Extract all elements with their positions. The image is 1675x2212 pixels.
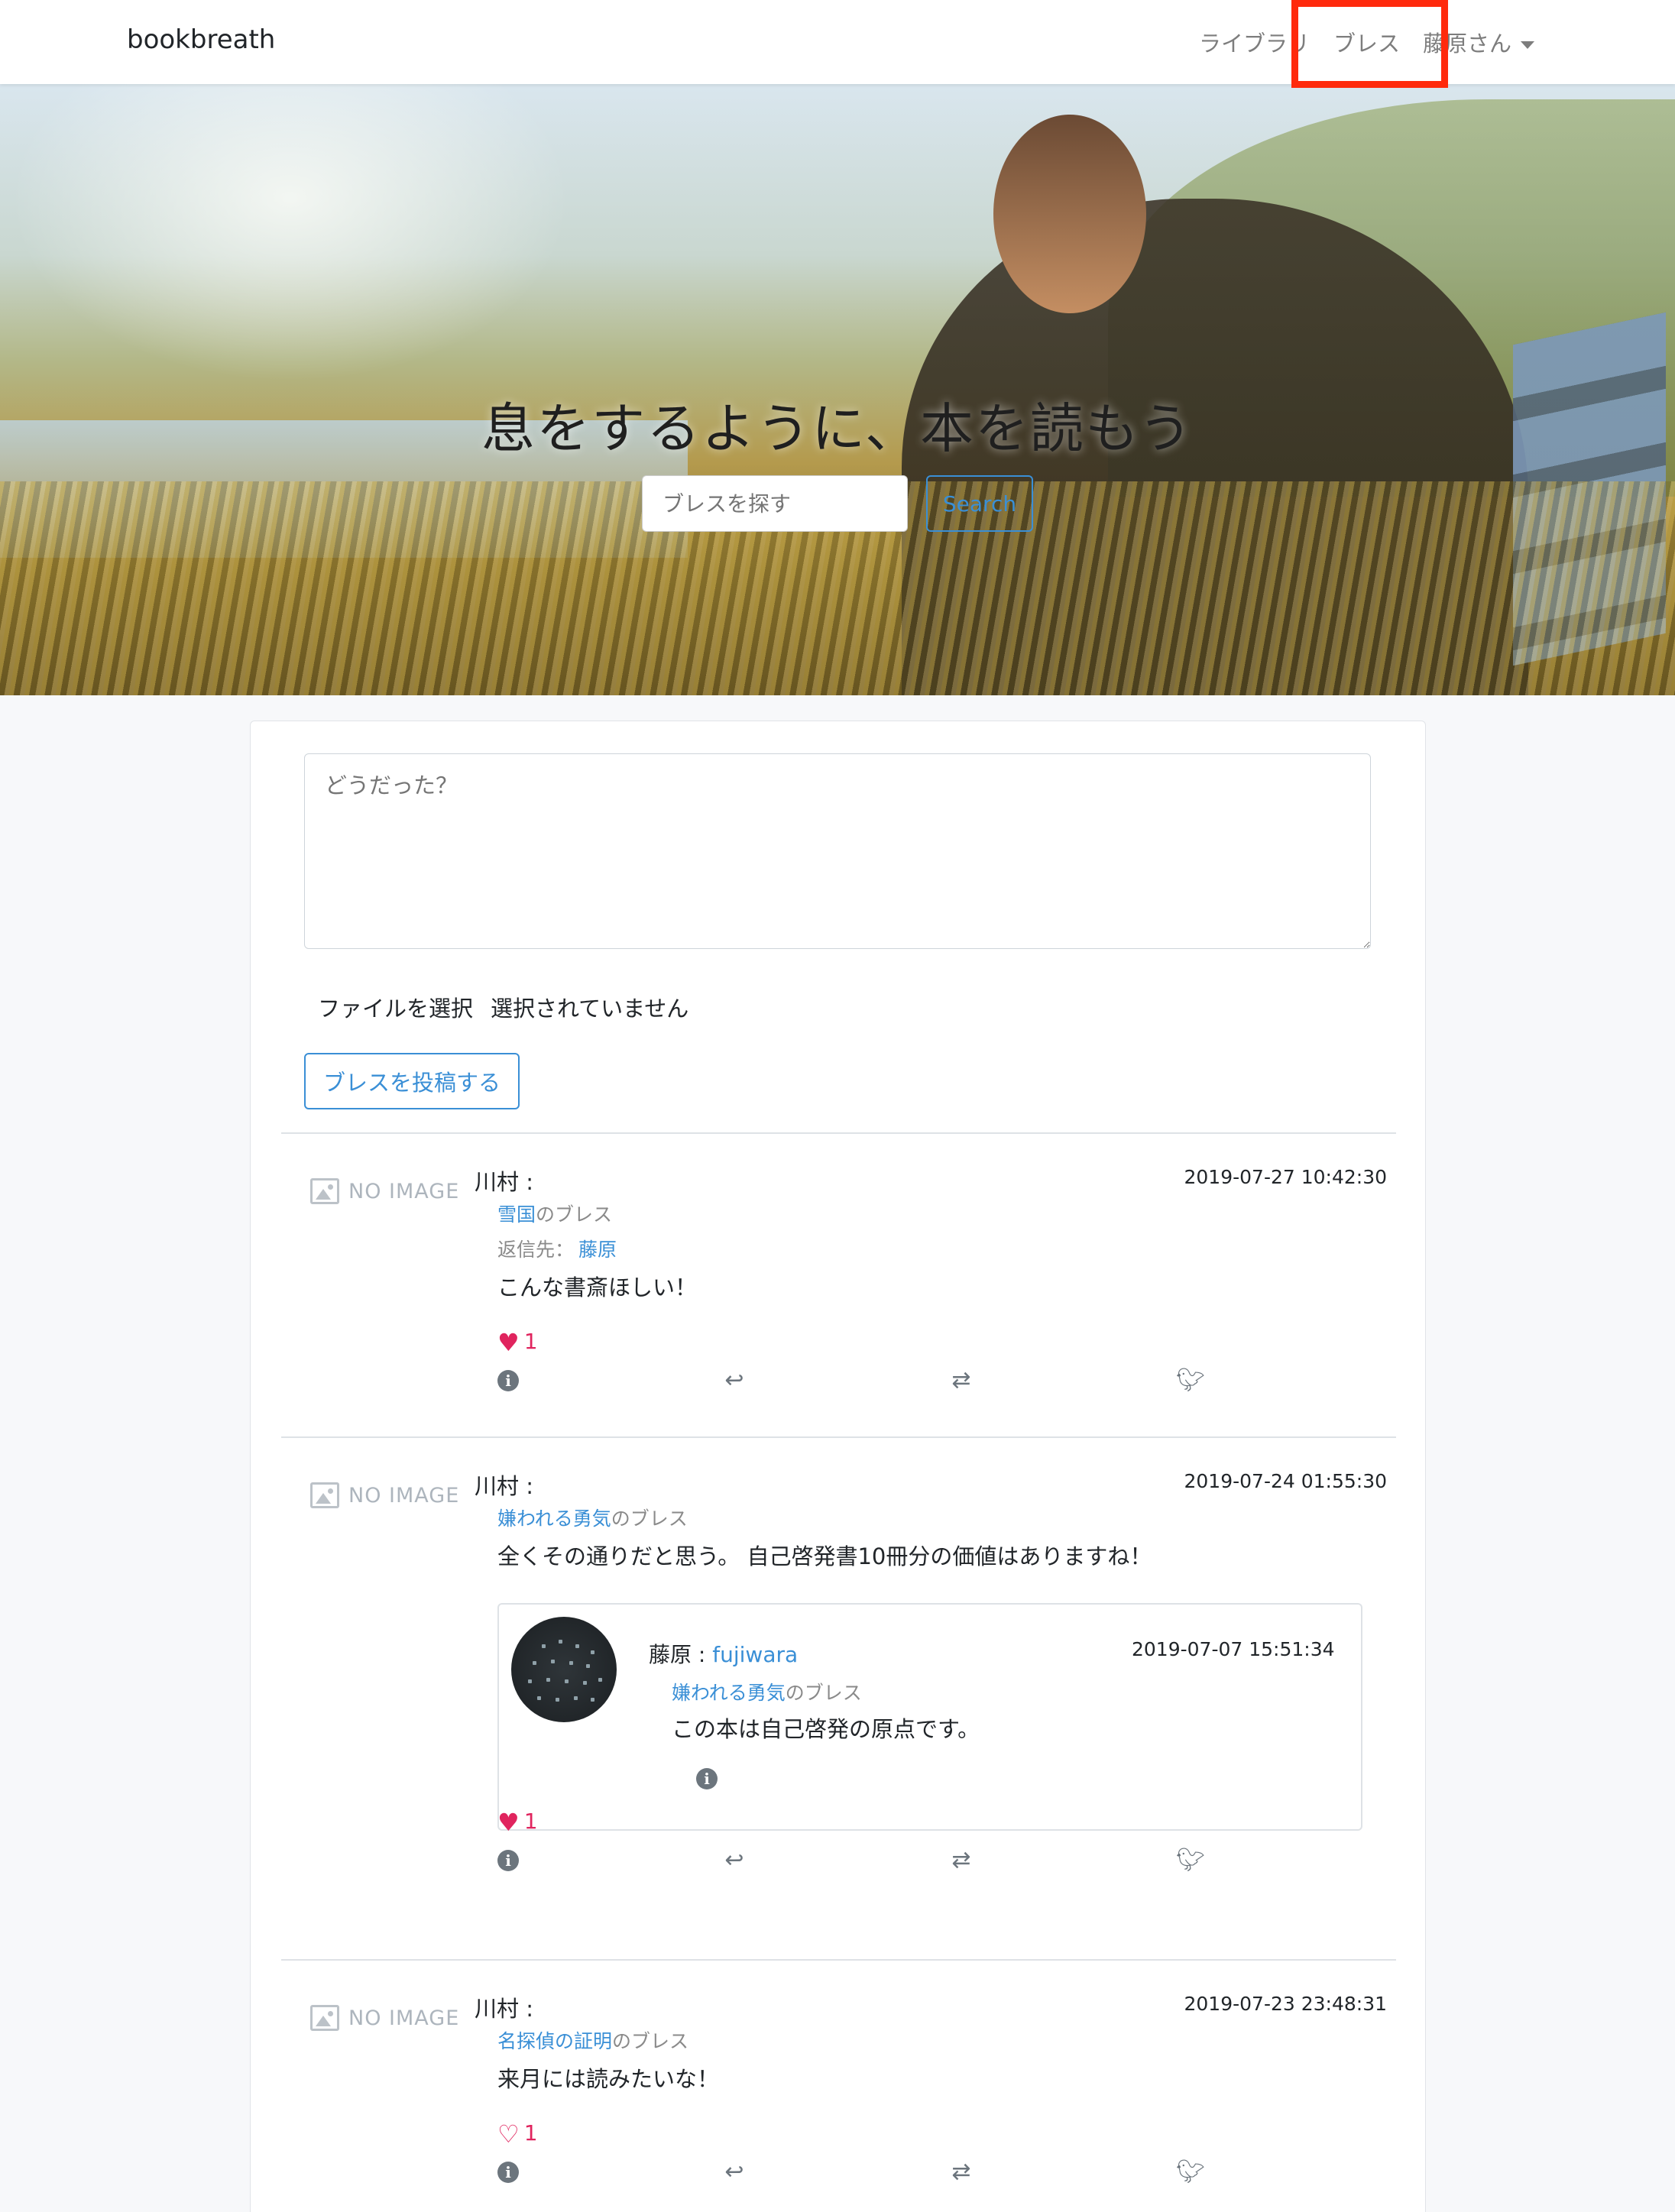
no-image-label: NO IMAGE (348, 1484, 460, 1508)
like-count: 1 (523, 2120, 538, 2146)
no-image-label: NO IMAGE (348, 1180, 460, 1203)
post-author: 川村 : (475, 1996, 533, 2022)
quoted-author-name: 藤原 : (649, 1642, 713, 1667)
reply-label: 返信先： (497, 1239, 575, 1261)
hero-title: 息をするように、本を読もう (481, 397, 1194, 460)
post-date: 2019-07-27 10:42:30 (1184, 1166, 1387, 1188)
file-choose-button[interactable]: ファイルを選択 (318, 991, 473, 1023)
image-placeholder-icon (310, 2005, 339, 2031)
reply-icon[interactable]: ↩ (721, 2159, 747, 2185)
post-author: 川村 : (475, 1473, 533, 1499)
retweet-icon[interactable]: ⇄ (948, 1368, 974, 1394)
post-book-line: 名探偵の証明のブレス (497, 2026, 688, 2054)
brand-logo[interactable]: bookbreath (127, 24, 275, 55)
like-button[interactable]: ♥ 1 (497, 1328, 538, 1357)
highlight-annotation-box (1291, 0, 1448, 88)
avatar[interactable] (511, 1617, 617, 1722)
info-circle-icon[interactable]: i (497, 1370, 519, 1391)
retweet-icon[interactable]: ⇄ (948, 2159, 974, 2185)
timeline-card: ファイルを選択 選択されていません ブレスを投稿する NO IMAGE 川村 :… (250, 721, 1426, 2212)
image-placeholder-icon (310, 1178, 339, 1204)
quoted-author: 藤原 : fujiwara (649, 1638, 798, 1669)
book-link[interactable]: 雪国 (497, 1203, 536, 1226)
nav-library-link[interactable]: ライブラリ (1199, 26, 1306, 58)
like-button[interactable]: ♡ 1 (497, 2120, 538, 2149)
image-placeholder-icon (310, 1482, 339, 1508)
twitter-icon[interactable]: 🐦︎ (1176, 2159, 1205, 2185)
post-body: 来月には読みたいな！ (497, 2066, 720, 2092)
hero-background-head (993, 115, 1146, 313)
book-suffix: のブレス (785, 1682, 862, 1704)
twitter-icon[interactable]: 🐦︎ (1176, 1368, 1205, 1394)
hero-banner: 息をするように、本を読もう Search (0, 84, 1675, 695)
like-button[interactable]: ♥ 1 (497, 1808, 538, 1837)
book-suffix: のブレス (611, 1508, 688, 1530)
breath-compose-textarea[interactable] (304, 753, 1371, 949)
no-image-placeholder: NO IMAGE (310, 1177, 458, 1207)
book-link[interactable]: 名探偵の証明 (497, 2030, 612, 2052)
search-button[interactable]: Search (926, 475, 1033, 532)
twitter-icon[interactable]: 🐦︎ (1176, 1848, 1205, 1874)
heart-outline-icon: ♡ (497, 2120, 520, 2149)
quoted-body: この本は自己啓発の原点です。 (672, 1716, 980, 1742)
like-count: 1 (523, 1329, 538, 1354)
post-breath-button[interactable]: ブレスを投稿する (304, 1053, 520, 1109)
post-date: 2019-07-23 23:48:31 (1184, 1993, 1387, 2015)
info-circle-icon[interactable]: i (497, 2162, 519, 2183)
post-author: 川村 : (475, 1169, 533, 1195)
post-actions: i ↩ ⇄ 🐦︎ (497, 1848, 1205, 1875)
file-status-text: 選択されていません (491, 996, 689, 1022)
post-actions: i ↩ ⇄ 🐦︎ (497, 2159, 1205, 2187)
book-suffix: のブレス (612, 2030, 689, 2052)
reply-to-user-link[interactable]: 藤原 (578, 1239, 617, 1261)
post-book-line: 雪国のブレス (497, 1200, 612, 1227)
no-image-placeholder: NO IMAGE (310, 1481, 458, 1511)
retweet-icon[interactable]: ⇄ (948, 1848, 974, 1874)
reply-to-line: 返信先： 藤原 (497, 1235, 617, 1262)
no-image-placeholder: NO IMAGE (310, 2003, 458, 2034)
quoted-book-line: 嫌われる勇気のブレス (672, 1678, 862, 1705)
book-link[interactable]: 嫌われる勇気 (672, 1682, 786, 1704)
quoted-breath-card[interactable]: 藤原 : fujiwara 2019-07-07 15:51:34 嫌われる勇気… (497, 1603, 1362, 1831)
divider (281, 1959, 1396, 1961)
post-date: 2019-07-24 01:55:30 (1184, 1470, 1387, 1492)
post-book-line: 嫌われる勇気のブレス (497, 1504, 688, 1531)
info-circle-icon[interactable]: i (497, 1850, 519, 1871)
quoted-date: 2019-07-07 15:51:34 (1132, 1638, 1335, 1660)
like-count: 1 (523, 1809, 538, 1834)
info-circle-icon[interactable]: i (696, 1768, 718, 1789)
quoted-author-handle-link[interactable]: fujiwara (712, 1642, 798, 1667)
post-actions: i ↩ ⇄ 🐦︎ (497, 1368, 1205, 1395)
caret-down-icon (1521, 41, 1535, 49)
post-body: 全くその通りだと思う。 自己啓発書10冊分の価値はありますね！ (497, 1543, 1152, 1569)
breath-search-input[interactable] (642, 475, 908, 532)
reply-icon[interactable]: ↩ (721, 1848, 747, 1874)
divider (281, 1132, 1396, 1134)
reply-icon[interactable]: ↩ (721, 1368, 747, 1394)
heart-icon: ♥ (497, 1808, 520, 1837)
divider (281, 1436, 1396, 1438)
book-suffix: のブレス (536, 1203, 613, 1226)
heart-icon: ♥ (497, 1328, 520, 1357)
post-body: こんな書斎ほしい！ (497, 1274, 698, 1300)
no-image-label: NO IMAGE (348, 2006, 460, 2030)
book-link[interactable]: 嫌われる勇気 (497, 1508, 611, 1530)
